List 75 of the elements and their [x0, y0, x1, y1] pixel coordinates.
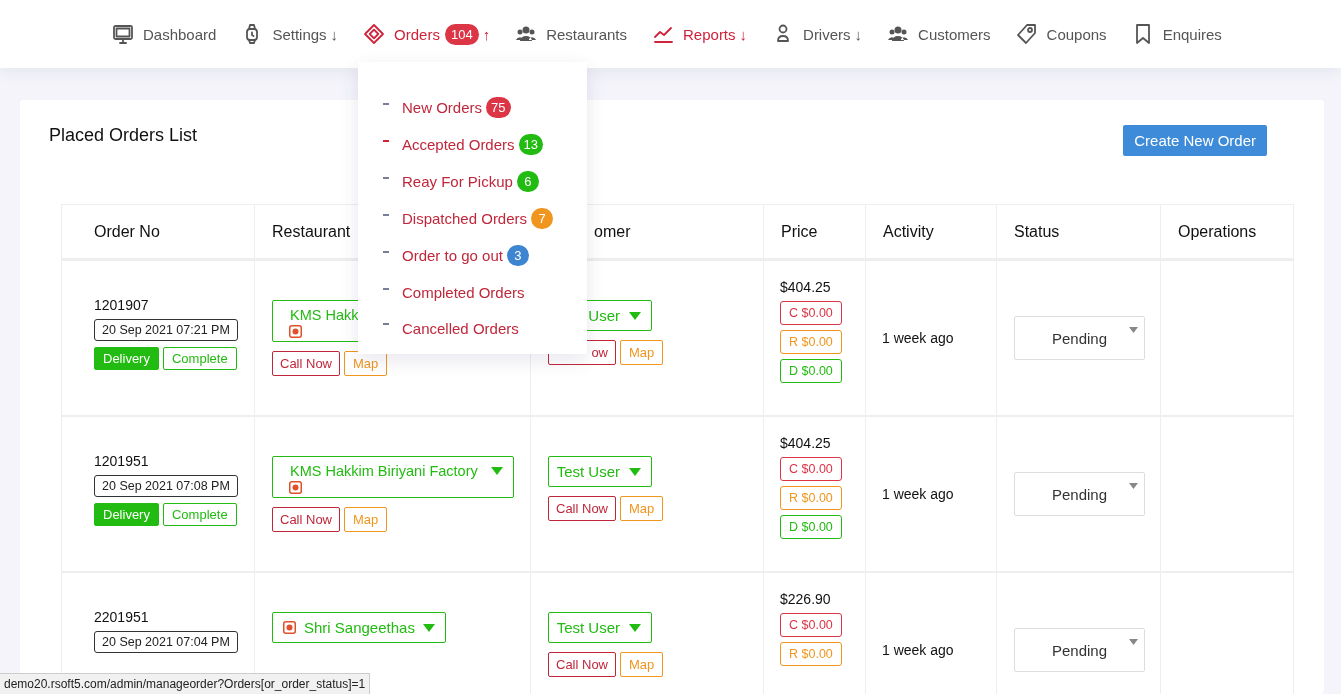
veg-mark-icon: [283, 621, 296, 634]
ticket-icon[interactable]: [363, 23, 386, 45]
count-badge: 75: [486, 97, 511, 118]
column-header: Activity: [866, 204, 997, 261]
caret-icon: [491, 467, 503, 475]
call-now-button[interactable]: Call Now: [272, 507, 340, 532]
count-badge: 6: [516, 171, 539, 192]
caret-icon: [1129, 483, 1138, 489]
menu-item[interactable]: Accepted Orders: [402, 136, 515, 153]
nav-link[interactable]: Enquires: [1162, 25, 1222, 43]
arrow-icon: ↓: [330, 25, 339, 43]
veg-mark-icon: [289, 481, 302, 494]
nav-link[interactable]: Drivers: [803, 25, 851, 43]
order-date: 20 Sep 2021 07:04 PM: [94, 631, 238, 653]
order-price: $404.25: [780, 279, 831, 295]
activity-time: 1 week ago: [882, 330, 954, 346]
arrow-icon: ↑: [482, 25, 491, 43]
charge-tag: R $0.00: [780, 642, 842, 666]
count-badge: 3: [506, 245, 529, 266]
nav-link[interactable]: Reports: [683, 25, 736, 43]
charge-tag: R $0.00: [780, 330, 842, 354]
activity-time: 1 week ago: [882, 642, 954, 658]
status-select[interactable]: Pending: [1014, 628, 1145, 672]
tag-icon[interactable]: [1015, 23, 1038, 45]
order-number: 1201951: [94, 453, 149, 469]
menu-item[interactable]: Order to go out: [402, 247, 503, 264]
count-badge: 104: [444, 23, 479, 45]
status-bar-url: demo20.rsoft5.com/admin/manageorder?Orders[or_order_status]=1: [0, 673, 371, 694]
menu-item[interactable]: Reay For Pickup: [402, 173, 513, 190]
charge-tag: R $0.00: [780, 486, 842, 510]
arrow-icon: ↓: [739, 25, 748, 43]
nav-link[interactable]: Customers: [918, 25, 991, 43]
activity-time: 1 week ago: [882, 486, 954, 502]
order-price: $226.90: [780, 591, 831, 607]
status-select[interactable]: Pending: [1014, 472, 1145, 516]
nav-link[interactable]: Dashboard: [143, 25, 217, 43]
menu-item[interactable]: Cancelled Orders: [402, 319, 519, 337]
caret-icon: [629, 623, 641, 632]
veg-mark-icon: [289, 325, 302, 338]
create-order-button[interactable]: Create New Order: [1123, 125, 1267, 156]
order-date: 20 Sep 2021 07:08 PM: [94, 475, 238, 497]
column-header: Operations: [1161, 204, 1294, 261]
order-number: 1201907: [94, 297, 149, 313]
arrow-icon: ↓: [854, 25, 863, 43]
order-price: $404.25: [780, 435, 831, 451]
order-date: 20 Sep 2021 07:21 PM: [94, 319, 238, 341]
count-badge: 13: [518, 134, 544, 155]
column-header: Price: [764, 204, 866, 261]
charge-tag: C $0.00: [780, 457, 842, 481]
caret-icon: [629, 311, 641, 320]
call-now-button[interactable]: Call Now: [272, 351, 340, 376]
call-now-button[interactable]: Call Now: [548, 496, 616, 521]
charge-tag: C $0.00: [780, 613, 842, 637]
caret-icon: [1129, 327, 1138, 333]
caret-icon: [422, 623, 435, 632]
charge-tag: C $0.00: [780, 301, 842, 325]
menu-item[interactable]: New Orders: [402, 99, 483, 116]
monitor-icon[interactable]: [112, 23, 134, 45]
nav-link[interactable]: Restaurants: [546, 25, 627, 43]
menu-item[interactable]: Dispatched Orders: [402, 210, 528, 227]
order-number: 2201951: [94, 609, 149, 625]
count-badge: 7: [531, 208, 554, 229]
status-select[interactable]: Pending: [1014, 316, 1145, 360]
menu-item[interactable]: Completed Orders: [402, 284, 525, 301]
nav-link[interactable]: Coupons: [1046, 25, 1107, 43]
charge-tag: D $0.00: [780, 359, 842, 383]
nav-link[interactable]: Settings: [272, 25, 327, 43]
column-header: Order No: [61, 204, 255, 261]
page-title: Placed Orders List: [49, 125, 198, 146]
nav-link[interactable]: Orders: [394, 25, 440, 43]
charge-tag: D $0.00: [780, 515, 842, 539]
call-now-button[interactable]: Call Now: [548, 652, 616, 677]
caret-icon: [1129, 639, 1138, 645]
caret-icon: [629, 467, 641, 476]
column-header: Status: [997, 204, 1161, 261]
